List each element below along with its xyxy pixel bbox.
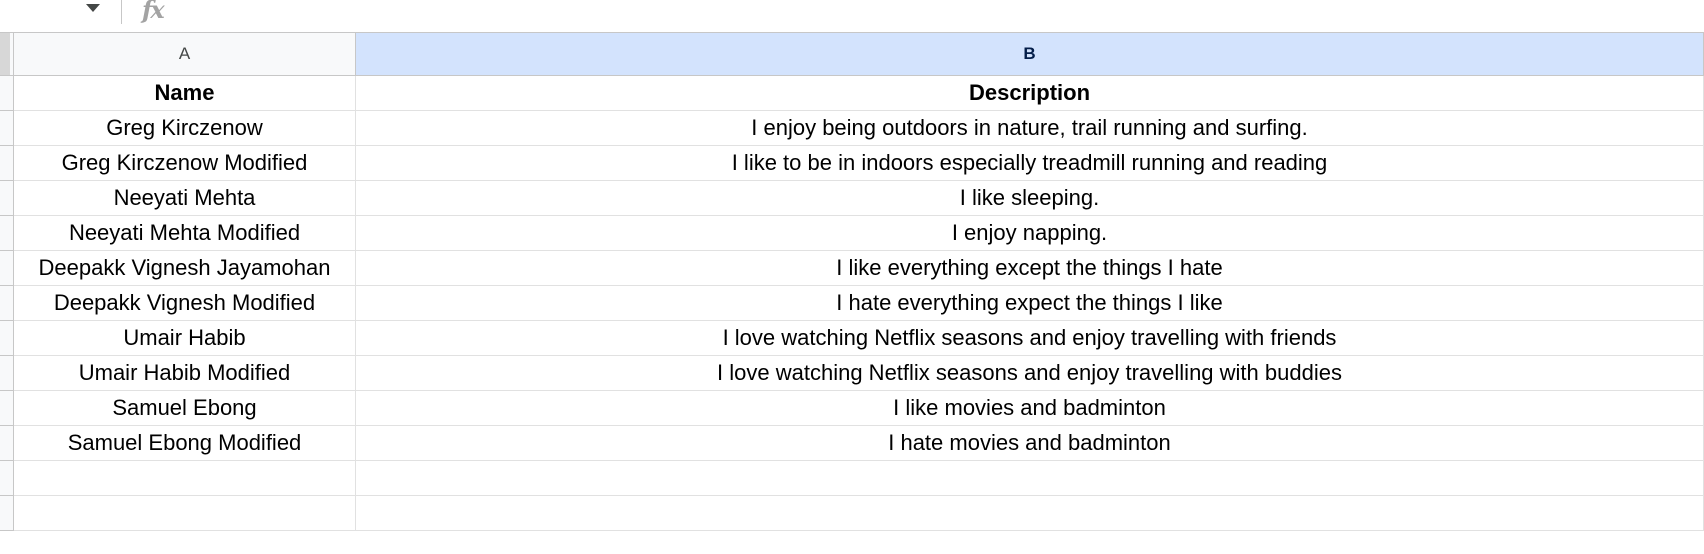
row-header[interactable] xyxy=(0,251,14,286)
table-row xyxy=(14,496,1704,531)
table-row: Samuel Ebong Modified I hate movies and b… xyxy=(14,426,1704,461)
row-header[interactable] xyxy=(0,76,14,111)
table-row: Umair Habib Modified I love watching Netf… xyxy=(14,356,1704,391)
table-row: Greg Kirczenow I enjoy being outdoors in … xyxy=(14,111,1704,146)
cell-description[interactable]: I enjoy napping. xyxy=(356,216,1704,251)
table-row: Neeyati Mehta Modified I enjoy napping. xyxy=(14,216,1704,251)
cell-name[interactable]: Umair Habib xyxy=(14,321,356,356)
cell-name[interactable]: Greg Kirczenow xyxy=(14,111,356,146)
cell-description[interactable]: I hate movies and badminton xyxy=(356,426,1704,461)
cell-description[interactable]: I love watching Netflix seasons and enjo… xyxy=(356,356,1704,391)
header-cell-description[interactable]: Description xyxy=(356,76,1704,111)
cell-name[interactable]: Umair Habib Modified xyxy=(14,356,356,391)
cell-name[interactable]: Deepakk Vignesh Jayamohan xyxy=(14,251,356,286)
cell-description[interactable]: I like everything except the things I ha… xyxy=(356,251,1704,286)
select-all-corner[interactable] xyxy=(0,33,14,76)
table-row: Umair Habib I love watching Netflix seaso… xyxy=(14,321,1704,356)
cell-description[interactable] xyxy=(356,496,1704,531)
row-header[interactable] xyxy=(0,496,14,531)
row-header[interactable] xyxy=(0,181,14,216)
table-row: Samuel Ebong I like movies and badminton xyxy=(14,391,1704,426)
cell-name[interactable] xyxy=(14,461,356,496)
fx-icon: fx xyxy=(142,0,165,24)
header-cell-name[interactable]: Name xyxy=(14,76,356,111)
table-row: Neeyati Mehta I like sleeping. xyxy=(14,181,1704,216)
row-header[interactable] xyxy=(0,391,14,426)
table-row: Deepakk Vignesh Jayamohan I like everythi… xyxy=(14,251,1704,286)
cell-name[interactable]: Samuel Ebong Modified xyxy=(14,426,356,461)
cell-description[interactable]: I hate everything expect the things I li… xyxy=(356,286,1704,321)
cell-name[interactable]: Neeyati Mehta Modified xyxy=(14,216,356,251)
row-header[interactable] xyxy=(0,216,14,251)
cell-description[interactable]: I enjoy being outdoors in nature, trail … xyxy=(356,111,1704,146)
cell-description[interactable]: I like movies and badminton xyxy=(356,391,1704,426)
cell-name[interactable] xyxy=(14,496,356,531)
row-header[interactable] xyxy=(0,461,14,496)
cell-description[interactable]: I like to be in indoors especially tread… xyxy=(356,146,1704,181)
chevron-down-icon[interactable] xyxy=(86,4,100,12)
row-header[interactable] xyxy=(0,426,14,461)
table-header-row: Name Description xyxy=(14,76,1704,111)
table-row: Greg Kirczenow Modified I like to be in i… xyxy=(14,146,1704,181)
column-header-b[interactable]: B xyxy=(356,33,1704,76)
table-row xyxy=(14,461,1704,496)
row-header[interactable] xyxy=(0,146,14,181)
formula-bar-divider xyxy=(121,0,122,24)
column-header-a[interactable]: A xyxy=(14,33,356,76)
cell-name[interactable]: Greg Kirczenow Modified xyxy=(14,146,356,181)
row-header[interactable] xyxy=(0,321,14,356)
row-header[interactable] xyxy=(0,356,14,391)
cell-description[interactable]: I love watching Netflix seasons and enjo… xyxy=(356,321,1704,356)
row-header[interactable] xyxy=(0,286,14,321)
row-header[interactable] xyxy=(0,111,14,146)
formula-bar: fx xyxy=(0,0,1704,33)
cell-description[interactable]: I like sleeping. xyxy=(356,181,1704,216)
cell-description[interactable] xyxy=(356,461,1704,496)
cell-name[interactable]: Deepakk Vignesh Modified xyxy=(14,286,356,321)
table-row: Deepakk Vignesh Modified I hate everythin… xyxy=(14,286,1704,321)
cell-name[interactable]: Samuel Ebong xyxy=(14,391,356,426)
cell-name[interactable]: Neeyati Mehta xyxy=(14,181,356,216)
